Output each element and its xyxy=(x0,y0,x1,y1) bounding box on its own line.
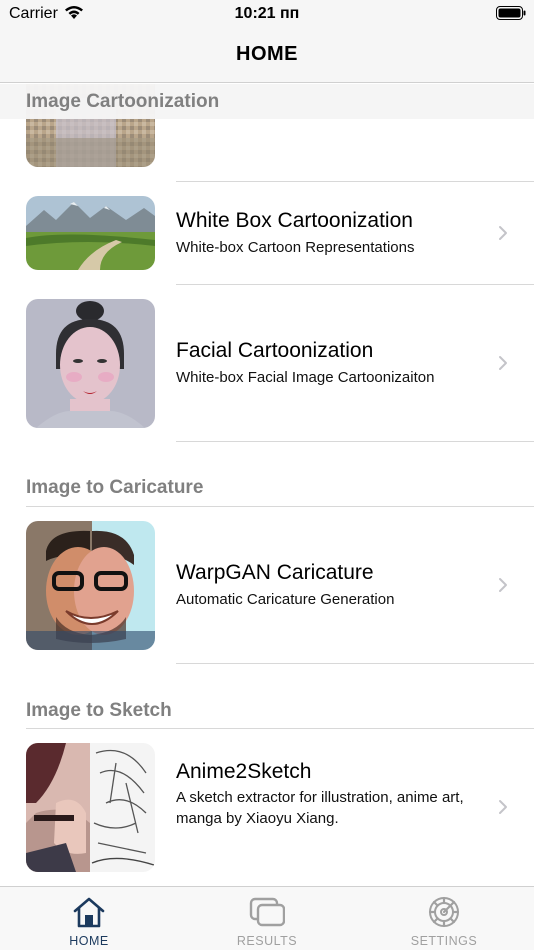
section-title: Image to Caricature xyxy=(26,477,204,498)
list-item-white-box-cartoonization[interactable]: White Box Cartoonization White-box Carto… xyxy=(0,182,534,284)
tab-bar: HOME RESULTS SETTINGS xyxy=(0,886,534,950)
section-header-cartoonization: Image Cartoonization xyxy=(0,84,534,119)
page-title: HOME xyxy=(236,43,298,65)
tab-home[interactable]: HOME xyxy=(29,887,149,950)
row-thumbnail xyxy=(26,196,155,270)
row-title: White Box Cartoonization xyxy=(176,209,413,232)
row-thumbnail xyxy=(26,521,155,650)
chevron-right-icon xyxy=(499,800,507,814)
home-list[interactable]: Image Cartoonization White Box Cartooniz… xyxy=(0,84,534,886)
row-subtitle: White-box Cartoon Representations xyxy=(176,239,415,256)
list-item-warpgan-caricature[interactable]: WarpGAN Caricature Automatic Caricature … xyxy=(0,507,534,663)
row-title: WarpGAN Caricature xyxy=(176,561,374,584)
chevron-right-icon xyxy=(499,578,507,592)
row-subtitle: A sketch extractor for illustration, ani… xyxy=(176,789,464,827)
list-item-facial-cartoonization[interactable]: Facial Cartoonization White-box Facial I… xyxy=(0,285,534,441)
navigation-bar: HOME xyxy=(0,28,534,83)
row-title: Anime2Sketch xyxy=(176,760,312,783)
row-subtitle: White-box Facial Image Cartoonizaiton xyxy=(176,369,435,386)
status-bar: Carrier 10:21 пп xyxy=(0,0,534,28)
list-item-anime2sketch[interactable]: Anime2Sketch A sketch extractor for illu… xyxy=(0,729,534,886)
tab-label: SETTINGS xyxy=(410,934,478,948)
section-header-caricature: Image to Caricature xyxy=(0,470,534,506)
tab-settings[interactable]: SETTINGS xyxy=(384,887,504,950)
chevron-right-icon xyxy=(499,226,507,240)
row-thumbnail xyxy=(26,299,155,428)
tab-label: HOME xyxy=(69,934,109,948)
battery-icon xyxy=(496,6,526,20)
section-title: Image to Sketch xyxy=(26,700,172,721)
gear-icon xyxy=(428,896,460,928)
tab-label: RESULTS xyxy=(236,934,298,948)
section-header-sketch: Image to Sketch xyxy=(0,693,534,729)
section-title: Image Cartoonization xyxy=(26,91,220,112)
status-time: 10:21 пп xyxy=(234,5,300,22)
row-title: Facial Cartoonization xyxy=(176,339,374,362)
row-subtitle: Automatic Caricature Generation xyxy=(176,591,395,608)
tab-results[interactable]: RESULTS xyxy=(207,887,327,950)
stacked-images-icon xyxy=(249,897,285,927)
chevron-right-icon xyxy=(499,356,507,370)
row-thumbnail xyxy=(26,743,155,872)
house-icon xyxy=(73,897,105,928)
